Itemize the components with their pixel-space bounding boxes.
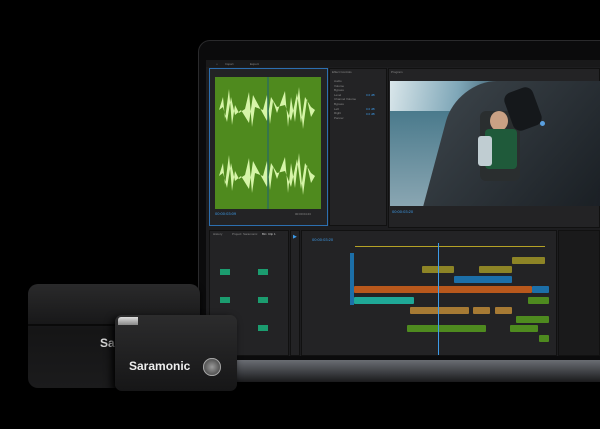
source-panel: 00:00:03:09 00:00:04:23 (209, 68, 328, 226)
program-title: Program (391, 70, 403, 74)
source-timecode-in: 00:00:03:09 (215, 211, 237, 216)
metal-clip (118, 317, 138, 325)
clip[interactable] (410, 307, 469, 314)
right-value[interactable]: 0.0 dB (366, 112, 375, 116)
audio-clip-thumb[interactable] (220, 297, 230, 303)
work-area-bar[interactable] (355, 246, 545, 247)
clip[interactable] (510, 325, 538, 332)
tab-history[interactable]: History (213, 232, 222, 236)
video-frame (390, 81, 600, 206)
tab-project[interactable]: Project: Saramonic (232, 232, 257, 236)
wireless-transmitter: Saramonic (115, 315, 237, 391)
audio-meters-panel (558, 230, 600, 356)
clip[interactable] (512, 257, 545, 264)
program-panel: Program 00:00:03:20 (388, 68, 600, 228)
audio-clip-thumb[interactable] (258, 325, 268, 331)
audio-waveform (219, 77, 315, 209)
transmitter-logo: Saramonic (129, 359, 191, 373)
tab-bin[interactable]: Bin: Clip 1 (262, 232, 276, 236)
tools-panel: ▶ (290, 230, 300, 356)
clip[interactable] (354, 286, 532, 293)
audio-clip-thumb[interactable] (220, 269, 230, 275)
clip[interactable] (479, 266, 512, 273)
clip[interactable] (495, 307, 512, 314)
tab-import[interactable]: Import (225, 62, 234, 66)
power-button-icon[interactable] (203, 358, 221, 376)
left-value[interactable]: 0.0 dB (366, 107, 375, 111)
clip[interactable] (454, 276, 512, 283)
waveform (215, 77, 321, 209)
playhead[interactable] (438, 243, 439, 355)
clip[interactable] (354, 297, 414, 304)
source-timecode-out: 00:00:04:23 (295, 212, 311, 216)
audio-clip-thumb[interactable] (258, 297, 268, 303)
top-bar: ⌂ Import Export (206, 60, 600, 67)
timeline-timecode: 00:00:03:20 (312, 237, 334, 242)
clip[interactable] (473, 307, 490, 314)
clip[interactable] (539, 335, 549, 342)
selection-tool-icon[interactable]: ▶ (293, 234, 297, 240)
home-icon[interactable]: ⌂ (216, 62, 218, 66)
effect-list: Audio Volume Bypass Level Channel Volume… (334, 79, 356, 120)
clip[interactable] (532, 286, 549, 293)
level-value[interactable]: 0.0 dB (366, 93, 375, 97)
tab-export[interactable]: Export (250, 62, 259, 66)
laptop-base (190, 360, 600, 382)
effect-item[interactable]: Panner (334, 116, 356, 121)
track-area (354, 243, 554, 355)
clip[interactable] (528, 297, 549, 304)
effect-controls-panel: Effect Controls Audio Volume Bypass Leve… (329, 68, 387, 226)
clip[interactable] (516, 316, 549, 323)
effect-controls-title: Effect Controls (332, 70, 352, 74)
timeline-panel: 00:00:03:20 (301, 230, 557, 356)
audio-clip-thumb[interactable] (258, 269, 268, 275)
laptop-screen: ⌂ Import Export 00:00:03:09 00:00:04:23 … (206, 60, 600, 356)
program-timecode: 00:00:03:20 (392, 209, 414, 214)
clip[interactable] (407, 325, 486, 332)
